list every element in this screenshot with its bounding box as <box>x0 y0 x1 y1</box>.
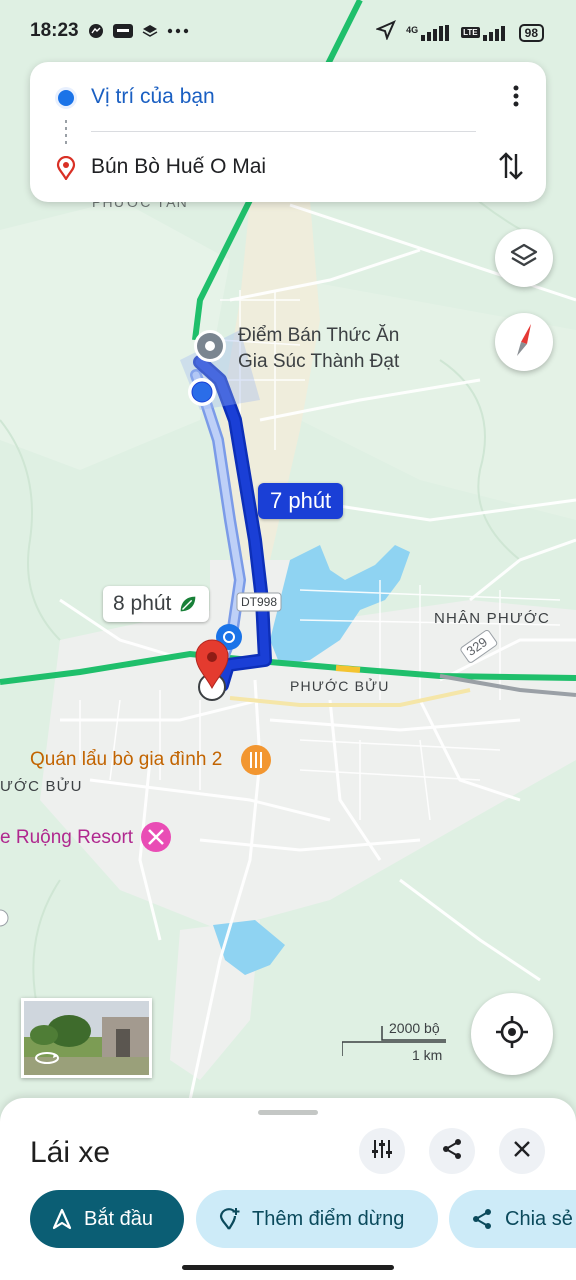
street-view-thumbnail[interactable] <box>21 998 152 1078</box>
swap-direction-icon[interactable] <box>498 150 524 187</box>
zalo-icon <box>112 23 133 39</box>
lte-label: LTE <box>461 27 480 38</box>
route-time-alternative-label: 8 phút <box>113 592 172 615</box>
rotate-360-icon <box>34 1051 60 1070</box>
add-location-icon <box>218 1207 240 1231</box>
destination-pin-icon <box>56 155 76 185</box>
add-stop-button[interactable]: Thêm điểm dừng <box>196 1190 438 1248</box>
compass-icon <box>509 322 539 363</box>
my-location-button[interactable] <box>471 993 553 1075</box>
signal-volte-icon: LTE <box>461 25 509 41</box>
share-route-icon-button[interactable] <box>429 1128 475 1174</box>
area-label-phuoc-buu: PHƯỚC BỬU <box>290 678 390 694</box>
location-arrow-icon <box>375 20 397 45</box>
share-pill-icon <box>471 1208 493 1230</box>
route-time-alternative[interactable]: 8 phút <box>103 586 210 622</box>
close-icon <box>513 1140 531 1163</box>
tune-sliders-icon <box>371 1138 393 1165</box>
share-icon <box>441 1138 463 1165</box>
road-label-dt998: DT998 <box>241 595 278 609</box>
destination-text: Bún Bò Huế O Mai <box>91 155 267 178</box>
start-label: Bắt đầu <box>84 1207 153 1230</box>
sheet-drag-handle[interactable] <box>258 1110 318 1115</box>
origin-text: Vị trí của bạn <box>91 85 215 108</box>
route-time-primary-label: 7 phút <box>270 488 332 513</box>
crosshair-icon <box>495 1015 529 1054</box>
share-button[interactable]: Chia sẻ <box>449 1190 576 1248</box>
status-bar: 18:23 4G LTE 98 <box>0 0 576 62</box>
travel-mode-title: Lái xe <box>30 1136 111 1169</box>
poi-label-restaurant[interactable]: Quán lẩu bò gia đình 2 <box>30 749 222 771</box>
area-label-nhan-phuoc: NHÂN PHƯỚC <box>434 610 551 627</box>
compass-button[interactable] <box>495 313 553 371</box>
poi-label-resort[interactable]: e Ruộng Resort <box>0 827 133 849</box>
poi-label-feed-store-line1[interactable]: Điểm Bán Thức Ăn <box>238 324 399 348</box>
layers-icon <box>510 242 538 275</box>
route-options-button[interactable] <box>359 1128 405 1174</box>
share-label: Chia sẻ <box>505 1207 573 1230</box>
more-options-icon[interactable] <box>512 84 520 113</box>
gesture-home-bar[interactable] <box>182 1265 394 1270</box>
card-divider <box>91 131 476 132</box>
destination-field[interactable]: Bún Bò Huế O Mai <box>30 137 546 197</box>
map-scale: 2000 bộ 1 km <box>342 1020 448 1064</box>
navigation-arrow-icon <box>52 1208 72 1230</box>
origin-field[interactable]: Vị trí của bạn <box>30 67 546 127</box>
close-directions-button[interactable] <box>499 1128 545 1174</box>
route-time-primary[interactable]: 7 phút <box>258 483 344 519</box>
directions-bottom-sheet: Lái xe Bắt đầu Thêm điểm dừng Chia sẻ <box>0 1098 576 1280</box>
scale-metric-label: 1 km <box>412 1047 443 1063</box>
poi-label-feed-store-line2[interactable]: Gia Súc Thành Đạt <box>238 350 399 374</box>
layers-app-icon <box>141 23 159 39</box>
battery-indicator: 98 <box>518 23 544 42</box>
start-navigation-button[interactable]: Bắt đầu <box>30 1190 184 1248</box>
network-label: 4G <box>406 24 419 35</box>
area-label-phuoc-buu-left: ƯỚC BỬU <box>0 778 83 795</box>
origin-dot-icon <box>58 90 74 106</box>
eco-leaf-icon <box>177 593 199 615</box>
route-card: Vị trí của bạn Bún Bò Huế O Mai <box>30 62 546 202</box>
status-time: 18:23 <box>30 20 79 41</box>
messenger-icon <box>87 23 105 39</box>
signal-4g-icon: 4G <box>406 24 451 41</box>
layers-button[interactable] <box>495 229 553 287</box>
scale-imperial-label: 2000 bộ <box>389 1020 440 1036</box>
add-stop-label: Thêm điểm dừng <box>252 1207 405 1230</box>
more-dots-icon <box>167 23 189 39</box>
